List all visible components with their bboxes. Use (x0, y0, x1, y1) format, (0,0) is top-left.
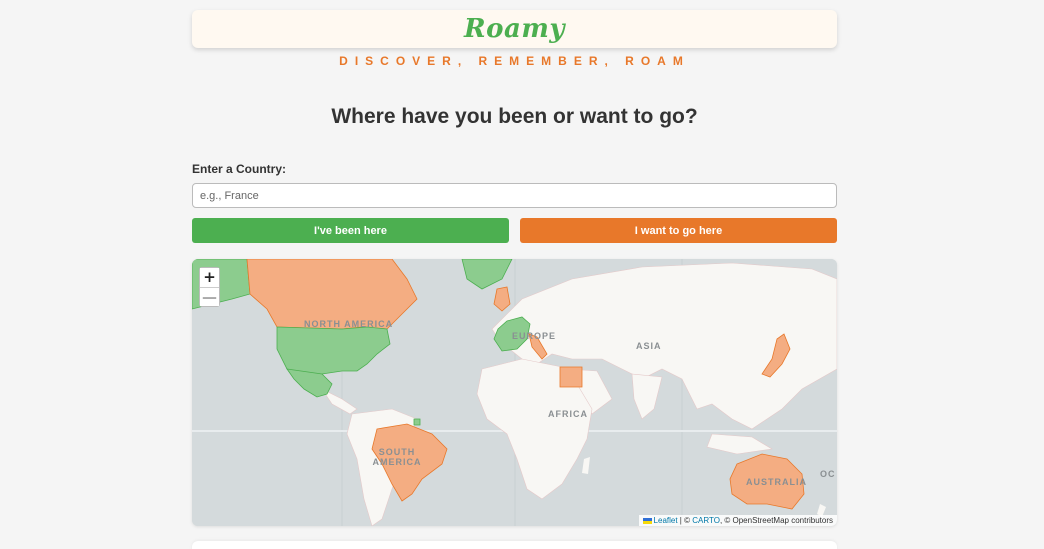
label-south-america: SOUTH AMERICA (372, 447, 422, 467)
header-card: Roamy (192, 10, 837, 48)
label-oceania: OC (820, 469, 836, 479)
attribution-rest: , © OpenStreetMap contributors (719, 516, 833, 525)
label-asia: ASIA (636, 341, 662, 351)
world-map[interactable]: + — NORTH AMERICA EUROPE ASIA AFRICA SOU… (192, 259, 837, 526)
label-europe: EUROPE (512, 331, 557, 341)
label-north-america: NORTH AMERICA (304, 319, 394, 329)
zoom-control: + — (199, 267, 220, 307)
country-input[interactable] (192, 183, 837, 208)
ukraine-flag-icon (642, 517, 652, 524)
label-africa: AFRICA (548, 409, 588, 419)
zoom-in-button[interactable]: + (200, 268, 219, 287)
map-attribution: Leaflet | © CARTO, © OpenStreetMap contr… (638, 515, 837, 526)
page-title: Where have you been or want to go? (331, 105, 698, 128)
carto-link[interactable]: CARTO (692, 516, 720, 525)
country-label: Enter a Country: (192, 162, 287, 176)
zoom-out-button[interactable]: — (200, 287, 219, 306)
been-here-button[interactable]: I've been here (192, 218, 509, 243)
egypt (559, 366, 583, 388)
tagline: DISCOVER, REMEMBER, ROAM (339, 54, 690, 68)
bottom-card (192, 541, 837, 549)
map-tiles (192, 259, 837, 526)
want-to-go-button[interactable]: I want to go here (520, 218, 837, 243)
leaflet-link[interactable]: Leaflet (654, 516, 678, 525)
attribution-sep: | © (677, 516, 693, 525)
label-australia: AUSTRALIA (746, 477, 807, 487)
app-logo[interactable]: Roamy (464, 14, 565, 44)
